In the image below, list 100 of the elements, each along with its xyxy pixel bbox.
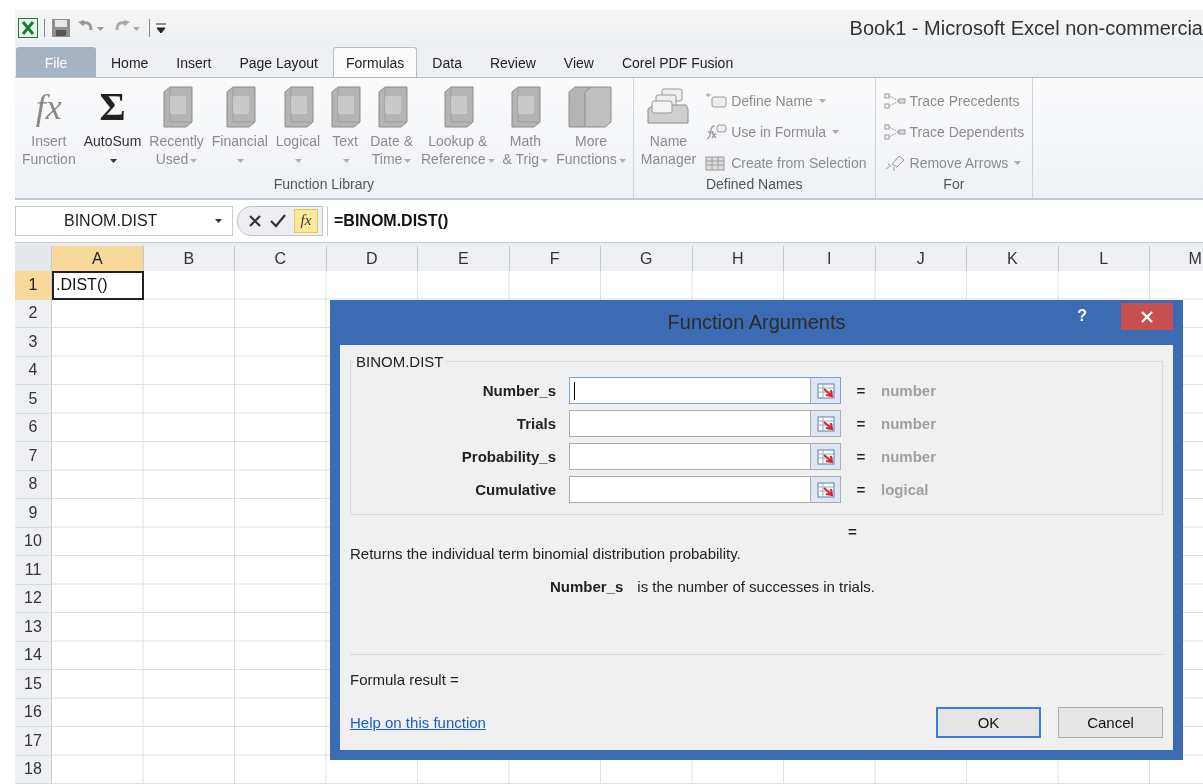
table-cell[interactable]: .DIST() <box>52 271 144 300</box>
column-header[interactable]: H <box>692 246 784 272</box>
book-icon <box>508 86 543 129</box>
function-name: BINOM.DIST <box>355 353 445 370</box>
collapse-dialog-button[interactable] <box>810 477 840 502</box>
ribbon-tab[interactable]: Corel PDF Fusion <box>608 47 747 78</box>
row-header[interactable]: 5 <box>15 385 52 414</box>
argument-name: Number_s <box>550 578 624 595</box>
row-header[interactable]: 7 <box>15 442 52 471</box>
row-header[interactable]: 11 <box>15 556 52 585</box>
argument-label: Trials <box>515 415 556 432</box>
argument-field[interactable] <box>569 443 841 470</box>
column-header[interactable]: L <box>1058 246 1150 272</box>
caret-icon <box>618 158 626 163</box>
help-button[interactable]: ? <box>1071 306 1093 326</box>
caret-icon <box>818 98 826 103</box>
argument-label: Cumulative <box>474 481 556 498</box>
eraser-icon <box>883 154 906 171</box>
column-header[interactable]: C <box>235 246 327 272</box>
argument-type: number <box>881 448 936 465</box>
save-icon[interactable] <box>51 18 71 39</box>
row-header[interactable]: 6 <box>15 413 52 442</box>
ribbon-tab[interactable]: Data <box>419 47 475 78</box>
dialog-button[interactable]: OK <box>936 707 1041 738</box>
caret-icon <box>487 158 495 163</box>
dialog-button[interactable]: Cancel <box>1058 707 1163 738</box>
equals-sign: = <box>855 448 867 465</box>
caret-icon <box>215 218 222 223</box>
ribbon-button[interactable]: Σ AutoSum <box>80 82 145 176</box>
caret-icon <box>295 158 303 163</box>
row-header[interactable]: 13 <box>15 613 52 642</box>
close-icon[interactable] <box>248 213 262 228</box>
group-label: For <box>942 175 966 194</box>
result-equals: = <box>848 523 858 541</box>
row-header[interactable]: 9 <box>15 499 52 528</box>
close-button[interactable] <box>1121 303 1173 330</box>
row-header[interactable]: 16 <box>15 698 52 727</box>
equals-sign: = <box>855 382 867 399</box>
books-icon <box>567 86 615 129</box>
ribbon-tab[interactable]: Formulas <box>333 47 418 78</box>
close-icon <box>1141 310 1153 323</box>
row-header[interactable]: 1 <box>15 271 52 300</box>
equals-sign: = <box>855 415 867 432</box>
customize-toolbar-icon[interactable] <box>156 22 166 35</box>
row-header[interactable]: 17 <box>15 727 52 756</box>
help-link[interactable]: Help on this function <box>350 714 486 731</box>
argument-field[interactable] <box>569 476 841 503</box>
name-box[interactable]: BINOM.DIST <box>15 205 233 236</box>
column-header[interactable]: E <box>418 246 510 272</box>
argument-field[interactable] <box>569 410 841 437</box>
row-header[interactable]: 18 <box>15 755 52 784</box>
argument-label: Probability_s <box>460 448 556 465</box>
book-icon <box>328 86 363 129</box>
column-header[interactable]: M <box>1150 246 1203 272</box>
check-icon[interactable] <box>270 213 286 228</box>
text-cursor <box>574 381 575 400</box>
row-header[interactable]: 14 <box>15 641 52 670</box>
row-header[interactable]: 3 <box>15 328 52 357</box>
ribbon-tab[interactable]: Page Layout <box>226 47 331 78</box>
caret-icon <box>541 158 549 163</box>
trace-arrows-icon <box>883 123 906 140</box>
column-header[interactable]: B <box>143 246 235 272</box>
ribbon-tab[interactable]: Home <box>98 47 162 78</box>
caret-icon <box>110 158 117 163</box>
argument-label: Number_s <box>481 382 556 399</box>
row-header[interactable]: 2 <box>15 299 52 328</box>
row-header[interactable]: 4 <box>15 356 52 385</box>
group-label: Function Library <box>272 175 376 194</box>
column-header[interactable]: I <box>784 246 876 272</box>
collapse-dialog-button[interactable] <box>810 411 840 436</box>
caret-icon <box>404 158 412 163</box>
row-header[interactable]: 8 <box>15 470 52 499</box>
column-header[interactable]: G <box>601 246 693 272</box>
argument-field[interactable] <box>569 377 841 404</box>
caret-icon <box>190 158 198 163</box>
ribbon-tab[interactable]: View <box>550 47 607 78</box>
ribbon-tab[interactable]: Insert <box>163 47 225 78</box>
sum-icon: Σ <box>99 87 126 128</box>
collapse-dialog-button[interactable] <box>810 378 840 403</box>
ribbon-tab[interactable]: Review <box>476 47 549 78</box>
collapse-dialog-button[interactable] <box>810 444 840 469</box>
row-header[interactable]: 15 <box>15 670 52 699</box>
caret-icon <box>342 158 350 163</box>
select-all-corner[interactable] <box>15 246 52 272</box>
row-header[interactable]: 10 <box>15 527 52 556</box>
column-header[interactable]: A <box>52 246 144 272</box>
argument-type: number <box>881 415 936 432</box>
column-header[interactable]: K <box>967 246 1059 272</box>
formula-field[interactable]: =BINOM.DIST() <box>327 205 1203 236</box>
app-icon[interactable] <box>18 18 38 39</box>
book-icon <box>281 86 315 129</box>
column-header[interactable]: F <box>509 246 601 272</box>
function-icon: fx <box>35 89 62 126</box>
insert-function-button[interactable]: fx <box>294 208 318 233</box>
trace-arrows-icon <box>883 92 906 109</box>
argument-description: is the number of successes in trials. <box>637 578 875 595</box>
row-header[interactable]: 12 <box>15 584 52 613</box>
column-header[interactable]: J <box>875 246 967 272</box>
column-header[interactable]: D <box>326 246 418 272</box>
label-icon <box>705 92 728 109</box>
